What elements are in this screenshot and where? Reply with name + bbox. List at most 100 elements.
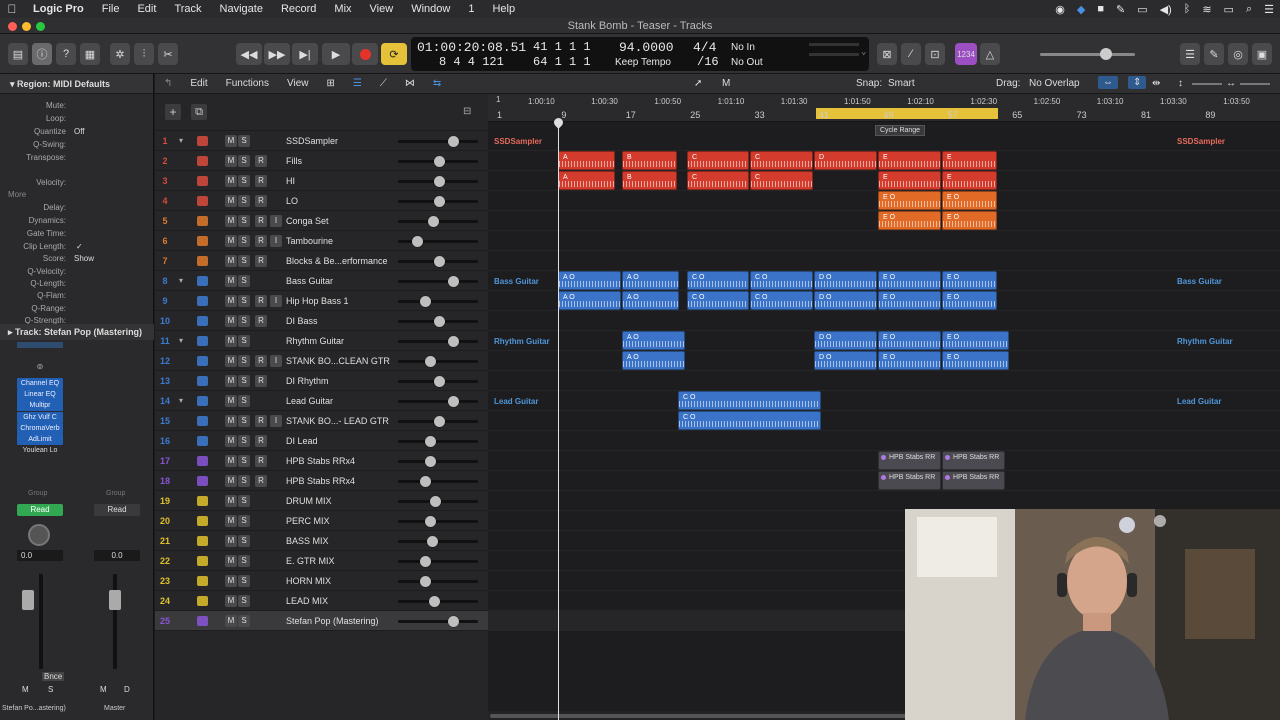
track-volume-slider[interactable] (398, 400, 478, 403)
region[interactable]: E O (878, 291, 941, 310)
track-icon[interactable] (197, 516, 208, 526)
track-button[interactable]: M (225, 335, 237, 347)
region[interactable]: C O (687, 271, 749, 290)
quick-help-button[interactable]: ? (56, 43, 76, 65)
track-header-row[interactable]: 18 M S R HPB Stabs RRx4 (155, 471, 488, 491)
region[interactable]: D O (814, 331, 877, 350)
duplicate-track-button[interactable]: ⧉ (191, 104, 207, 120)
close-window-button[interactable] (8, 22, 17, 31)
bounce-button[interactable]: Bnce (42, 672, 65, 681)
region[interactable]: C O (750, 291, 813, 310)
track-button[interactable]: R (255, 175, 267, 187)
track-lane[interactable] (488, 311, 1280, 331)
track-icon[interactable] (197, 576, 208, 586)
track-volume-slider[interactable] (398, 460, 478, 463)
track-button[interactable]: S (238, 255, 250, 267)
track-volume-knob[interactable] (425, 356, 437, 367)
track-button[interactable]: S (238, 215, 250, 227)
track-button[interactable]: R (255, 195, 267, 207)
track-volume-knob[interactable] (448, 616, 460, 627)
drag-select[interactable]: No Overlap (1029, 78, 1080, 89)
track-volume-slider[interactable] (398, 340, 478, 343)
region[interactable]: D O (814, 271, 877, 290)
browser-button[interactable]: ▣ (1252, 43, 1272, 65)
track-button[interactable]: R (255, 295, 267, 307)
track-button[interactable]: R (255, 435, 267, 447)
track-button[interactable]: M (225, 515, 237, 527)
track-name[interactable]: PERC MIX (286, 511, 330, 531)
track-icon[interactable] (197, 356, 208, 366)
display-icon[interactable]: ▭ (1137, 3, 1147, 16)
track-icon[interactable] (197, 616, 208, 626)
inspector-param-row[interactable]: Q-Range: (0, 303, 150, 315)
track-volume-slider[interactable] (398, 560, 478, 563)
lcd-chevron-icon[interactable]: ⌄ (861, 47, 866, 57)
region[interactable]: E O (942, 291, 997, 310)
automation-read-right[interactable]: Read (94, 504, 140, 516)
loop-browser-button[interactable]: ◎ (1228, 43, 1248, 65)
snap-select[interactable]: Smart (888, 78, 915, 89)
track-name[interactable]: STANK BO...- LEAD GTR (286, 411, 389, 431)
inspector-param-row[interactable]: Gate Time: (0, 228, 150, 240)
folder-disclosure-icon[interactable]: ▾ (179, 336, 183, 345)
play-button[interactable]: ▶ (322, 43, 350, 65)
track-name[interactable]: Tambourine (286, 231, 333, 251)
region[interactable]: C O (678, 391, 821, 410)
track-icon[interactable] (197, 216, 208, 226)
go-to-beginning-button[interactable]: ▶| (292, 43, 318, 65)
track-volume-knob[interactable] (434, 196, 445, 207)
rewind-button[interactable]: ◀◀ (236, 43, 262, 65)
track-volume-knob[interactable] (448, 276, 460, 287)
mixer-button[interactable]: ⫶ (134, 43, 154, 65)
track-button[interactable]: S (238, 295, 250, 307)
grid-icon[interactable]: ⊞ (317, 78, 343, 89)
fader-right[interactable] (109, 590, 121, 610)
folder-disclosure-icon[interactable]: ▾ (179, 136, 183, 145)
inspector-param-row[interactable]: Score: Show (0, 253, 150, 265)
region[interactable]: E O (878, 351, 941, 370)
region[interactable]: E O (942, 351, 1009, 370)
track-icon[interactable] (197, 416, 208, 426)
track-icon[interactable] (197, 276, 208, 286)
minimize-window-button[interactable] (22, 22, 31, 31)
auto-zoom-icon[interactable]: ⇆ (424, 78, 450, 89)
replace-button[interactable]: ⊠ (877, 43, 897, 65)
track-volume-knob[interactable] (425, 436, 437, 447)
region[interactable]: A O (622, 271, 679, 290)
track-name[interactable]: Bass Guitar (286, 271, 333, 291)
track-button[interactable]: R (255, 155, 267, 167)
track-button[interactable]: M (225, 355, 237, 367)
track-volume-knob[interactable] (419, 296, 431, 307)
track-name[interactable]: STANK BO...CLEAN GTR (286, 351, 390, 371)
track-button[interactable]: S (238, 575, 250, 587)
region[interactable]: B (622, 151, 677, 170)
region-header[interactable]: ▾ Region: MIDI Defaults (0, 74, 153, 94)
track-icon[interactable] (197, 436, 208, 446)
track-volume-knob[interactable] (419, 556, 431, 567)
track-button[interactable]: S (238, 275, 250, 287)
inspector-param-row[interactable]: Mute: (0, 100, 150, 112)
add-track-button[interactable]: + (165, 104, 181, 120)
track-volume-knob[interactable] (430, 496, 442, 507)
region[interactable]: A O (622, 351, 685, 370)
ruler[interactable]: 1 1:00:10 1:00:30 1:00:50 1:01:10 1:01:30 1:0… (488, 94, 1280, 136)
track-button[interactable]: R (255, 235, 267, 247)
track-button[interactable]: I (270, 415, 282, 427)
plugin-slot[interactable]: Channel EQ (17, 378, 63, 389)
track-volume-knob[interactable] (419, 476, 431, 487)
track-volume-slider[interactable] (398, 440, 478, 443)
dropbox-icon[interactable]: ◆ (1077, 3, 1085, 16)
volume-readout-left[interactable]: 0.0 (17, 550, 63, 561)
track-button[interactable]: S (238, 175, 250, 187)
track-name[interactable]: Lead Guitar (286, 391, 333, 411)
track-volume-knob[interactable] (426, 536, 438, 547)
track-button[interactable]: R (255, 215, 267, 227)
region[interactable]: A O (558, 271, 621, 290)
menu-mix[interactable]: Mix (325, 3, 360, 15)
track-name[interactable]: E. GTR MIX (286, 551, 335, 571)
track-icon[interactable] (197, 396, 208, 406)
region[interactable]: C (750, 151, 813, 170)
region[interactable]: A O (622, 331, 685, 350)
track-button[interactable]: M (225, 295, 237, 307)
region[interactable]: HPB Stabs RR (878, 451, 941, 470)
